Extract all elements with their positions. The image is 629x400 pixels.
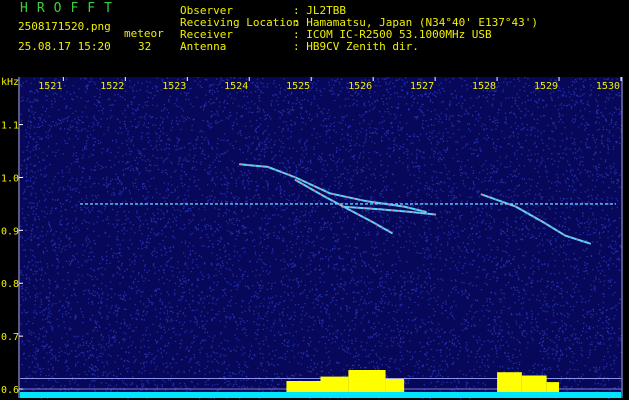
x-tick-label-1530: 1530 xyxy=(596,81,620,92)
y-tick-label-0.6: 0.6 xyxy=(1,385,19,396)
y-tick-label-0.8: 0.8 xyxy=(1,279,19,290)
y-tick-label-1.1: 1.1 xyxy=(1,121,19,132)
activity-burst-2 xyxy=(320,376,349,392)
x-tick-label-1529: 1529 xyxy=(534,81,558,92)
antenna-value: : HB9CV Zenith dir. xyxy=(293,40,419,53)
activity-baseline xyxy=(20,392,621,398)
file-name: 2508171520.png xyxy=(18,20,111,33)
x-tick-label-1527: 1527 xyxy=(410,81,434,92)
y-tick-label-0.9: 0.9 xyxy=(1,226,19,237)
meteor-label: meteor xyxy=(124,27,164,40)
timestamp: 25.08.17 15:20 xyxy=(18,40,111,53)
activity-burst-1 xyxy=(286,381,321,392)
meteor-count: 32 xyxy=(138,40,152,53)
header-panel: HROFFT 2508171520.png 25.08.17 15:20 met… xyxy=(0,0,629,77)
app-title: HROFFT xyxy=(20,1,121,16)
y-axis-unit: kHz xyxy=(1,77,19,88)
activity-burst-3 xyxy=(348,370,386,392)
y-tick-label-0.7: 0.7 xyxy=(1,332,19,343)
x-tick-label-1522: 1522 xyxy=(100,81,124,92)
x-tick-label-1524: 1524 xyxy=(224,81,248,92)
x-tick-label-1521: 1521 xyxy=(38,81,62,92)
x-tick-label-1523: 1523 xyxy=(162,81,186,92)
y-tick-label-1.0: 1.0 xyxy=(1,173,19,184)
activity-burst-6 xyxy=(521,375,547,392)
activity-burst-4 xyxy=(385,378,405,392)
activity-burst-7 xyxy=(546,382,560,392)
x-tick-label-1528: 1528 xyxy=(472,81,496,92)
antenna-label: Antenna xyxy=(180,40,227,53)
x-tick-label-1525: 1525 xyxy=(286,81,310,92)
x-tick-label-1526: 1526 xyxy=(348,81,372,92)
activity-burst-5 xyxy=(497,372,522,392)
